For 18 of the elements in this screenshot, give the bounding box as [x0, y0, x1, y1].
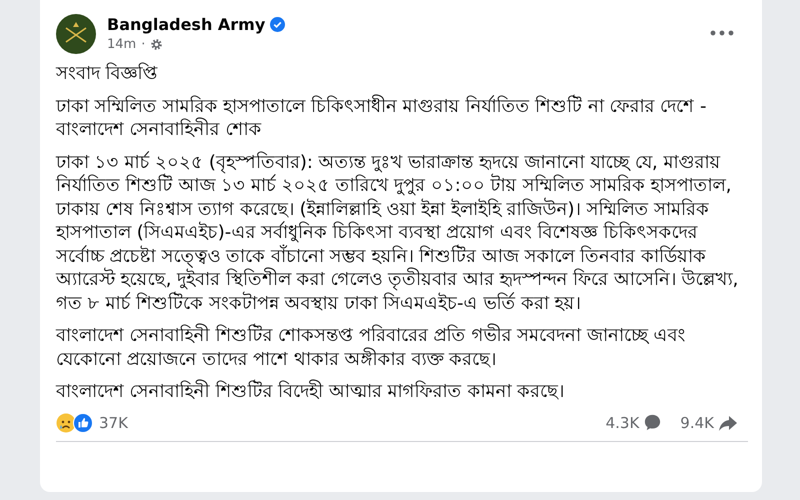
- like-reaction-icon: [73, 412, 93, 432]
- more-options-icon[interactable]: [710, 30, 734, 36]
- comment-bubble-icon: [643, 413, 662, 432]
- post-time[interactable]: 14m: [107, 37, 136, 52]
- post-paragraph: ঢাকা সম্মিলিত সামরিক হাসপাতালে চিকিৎসাধীন মাগুরায় নির্যাতিত শিশুটি না ফেরার দেশে - বাংলাদেশ সেনাবাহিনীর শোক: [56, 94, 708, 142]
- settings-icon: [150, 38, 164, 51]
- post-paragraph: সংবাদ বিজ্ঞপ্তি: [56, 62, 159, 86]
- post-paragraph: বাংলাদেশ সেনাবাহিনী শিশুটির বিদেহী আত্মার মাগফিরাত কামনা করছে।: [56, 380, 566, 404]
- verified-badge-icon: [270, 17, 286, 32]
- share-count[interactable]: 9.4K: [680, 414, 714, 432]
- post-paragraph: বাংলাদেশ সেনাবাহিনী শিশুটির শোকসন্তপ্ত পরিবারের প্রতি গভীর সমবেদনা জানাচ্ছে এবং যেকোনো প্রয়োজনে তাদের পাশে থাকার অঙ্গীকার ব্যক্ত করছে।: [56, 324, 686, 371]
- emblem-avatar-icon[interactable]: [56, 14, 96, 54]
- post-paragraph: ঢাকা ১৩ মার্চ ২০২৫ (বৃহস্পতিবার): অত্যন্ত দুঃখ ভারাক্রান্ত হৃদয়ে জানানো যাচ্ছে যে, মাগুরায় নির্যাতিত শিশুটি আজ ১৩ মার্চ ২০২৫ তারিখে দুপুর ০১:০০ টায় সম্মিলিত সামরিক হাসপাতাল, ঢাকায় শেষ নিঃশ্বাস ত্যাগ করেছে। (ইন্নালিল্লাহি ওয়া ইন্না ইলাইহি রাজিউন)। সম্মিলিত সামরিক হাসপাতাল (সিএমএইচ)-এর সর্বাধুনিক চিকিৎসা ব্যবস্থা প্রয়োগ এবং বিশেষজ্ঞ চিকিৎসকদের সর্বোচ্চ প্রচেষ্টা সত্ত্বেও তাকে বাঁচানো সম্ভব হয়নি। শিশুটির আজ সকালে তিনবার কার্ডিয়াক অ্যারেস্ট হয়েছে, দুইবার স্থিতিশীল করা গেলেও তৃতীয়বার আর হৃদস্পন্দন ফিরে আসেনি। উল্লেখ্য, গত ৮ মার্চ শিশুটিকে সংকটাপন্ন অবস্থায় ঢাকা সিএমএইচ-এ ভর্তি করা হয়।: [56, 150, 740, 315]
- comment-count[interactable]: 4.3K: [606, 414, 640, 432]
- author-name[interactable]: Bangladesh Army: [107, 15, 266, 34]
- sad-reaction-icon: [56, 412, 76, 432]
- reaction-count[interactable]: 37K: [99, 414, 128, 432]
- separator: ·: [141, 37, 146, 52]
